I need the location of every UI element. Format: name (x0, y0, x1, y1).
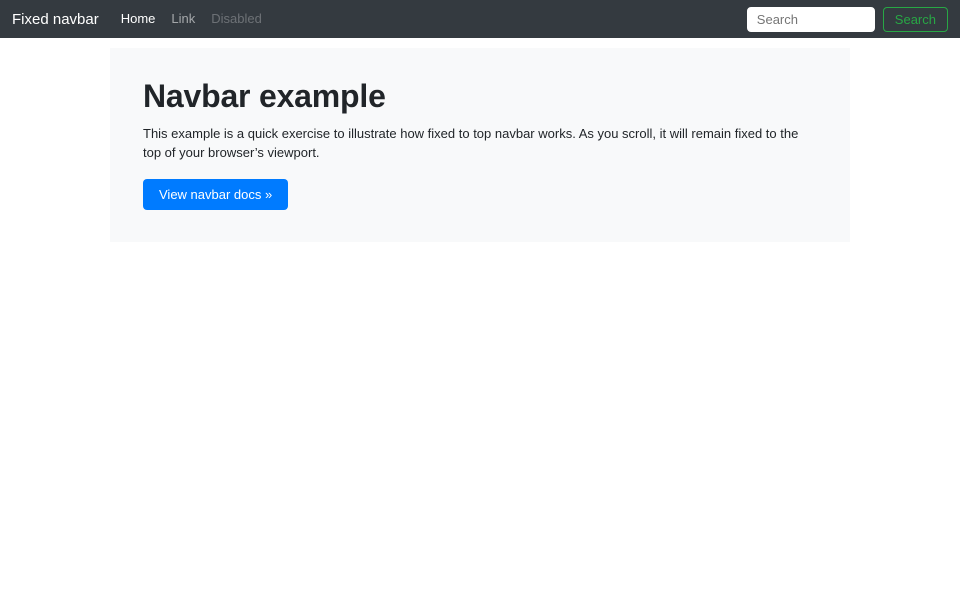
nav-link-link[interactable]: Link (163, 11, 203, 26)
navbar-brand[interactable]: Fixed navbar (12, 11, 99, 28)
navbar-nav: Home Link Disabled (113, 10, 270, 28)
search-input[interactable] (747, 7, 875, 32)
search-form: Search (747, 7, 948, 32)
view-navbar-docs-button[interactable]: View navbar docs » (143, 179, 288, 210)
nav-link-disabled: Disabled (203, 11, 270, 26)
main-content: Navbar example This example is a quick e… (110, 48, 850, 242)
search-button[interactable]: Search (883, 7, 948, 32)
top-navbar: Fixed navbar Home Link Disabled Search (0, 0, 960, 38)
intro-text: This example is a quick exercise to illu… (143, 124, 817, 162)
page: Fixed navbar Home Link Disabled Search N… (0, 0, 960, 600)
jumbotron: Navbar example This example is a quick e… (110, 48, 850, 242)
page-title: Navbar example (143, 77, 817, 115)
nav-link-home[interactable]: Home (113, 11, 164, 26)
